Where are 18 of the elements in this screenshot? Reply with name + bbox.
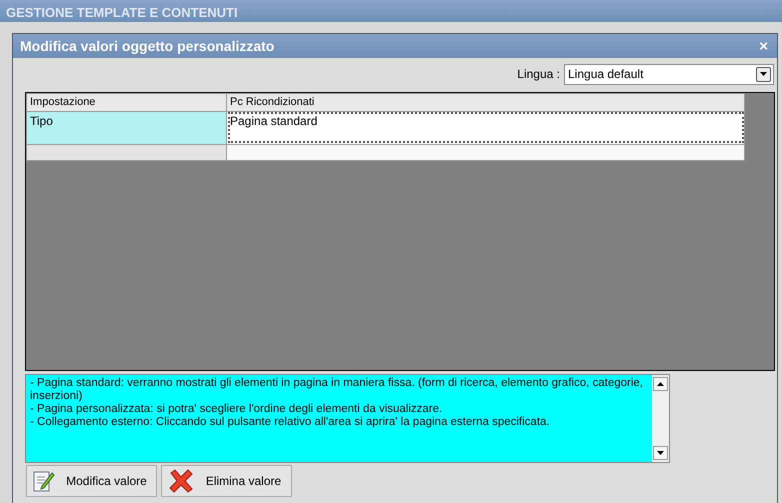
app-title: GESTIONE TEMPLATE E CONTENUTI	[0, 0, 782, 22]
description-text: - Collegamento esterno: Cliccando sul pulsante relativo all'area si aprira' la pagina esterna specificata.	[30, 416, 551, 429]
language-label: Lingua :	[517, 66, 560, 83]
column-header: Pc Ricondizionati	[226, 94, 744, 111]
language-select[interactable]: Lingua default	[564, 64, 774, 84]
action-button[interactable]: Elimina valore	[161, 465, 292, 497]
dropdown-icon	[760, 72, 767, 76]
table-cell: Pagina standard	[226, 111, 744, 144]
column-header: Impostazione	[26, 94, 226, 111]
scroll-down-icon[interactable]	[657, 451, 664, 455]
description-text: - Pagina personalizzata: si potra' scegliere l'ordine degli elementi da visualizzare.	[30, 403, 444, 416]
description-text: - Pagina standard: verranno mostrati gli elementi in pagina in maniera fissa. (form di ricerca, elemento grafico, categorie, inserzioni)	[30, 377, 644, 403]
edit-icon	[33, 469, 55, 493]
delete-icon	[168, 468, 194, 494]
scroll-up-icon[interactable]	[657, 382, 664, 386]
dialog-title: Modifica valori oggetto personalizzato	[20, 36, 274, 56]
table-cell: Tipo	[26, 111, 226, 144]
action-button[interactable]: Modifica valore	[26, 465, 157, 497]
